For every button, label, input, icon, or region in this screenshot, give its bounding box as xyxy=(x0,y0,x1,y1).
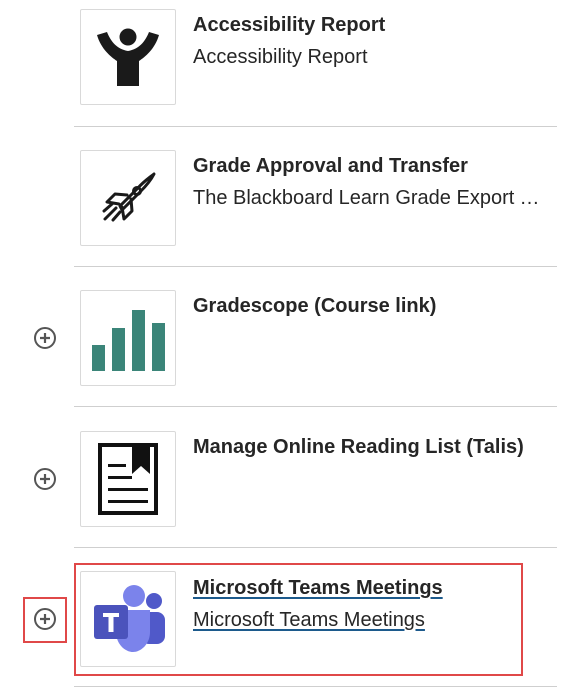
rocket-icon xyxy=(102,172,156,222)
tool-thumbnail xyxy=(80,571,176,667)
accessibility-person-icon xyxy=(97,28,159,86)
tool-item-gradescope[interactable]: Gradescope (Course link) xyxy=(0,280,562,420)
gradescope-bars-icon xyxy=(92,310,165,371)
tool-thumbnail xyxy=(80,9,176,105)
tool-item-grade-approval[interactable]: Grade Approval and Transfer The Blackboa… xyxy=(0,140,562,280)
tool-item-reading-list[interactable]: Manage Online Reading List (Talis) xyxy=(0,420,562,560)
tool-description: Accessibility Report xyxy=(193,46,368,68)
tool-item-microsoft-teams[interactable]: Microsoft Teams Meetings Microsoft Teams… xyxy=(0,560,562,700)
tool-description[interactable]: Microsoft Teams Meetings xyxy=(193,604,548,636)
plus-circle-icon xyxy=(34,608,56,630)
tool-title[interactable]: Microsoft Teams Meetings xyxy=(193,572,553,604)
divider xyxy=(74,406,557,407)
tool-title: Manage Online Reading List (Talis) xyxy=(193,436,524,458)
tool-title: Gradescope (Course link) xyxy=(193,295,437,317)
tool-description: The Blackboard Learn Grade Export Tool xyxy=(193,187,548,209)
add-tool-button[interactable] xyxy=(33,326,57,350)
microsoft-teams-icon xyxy=(94,585,165,652)
tool-item-accessibility-report[interactable]: Accessibility Report Accessibility Repor… xyxy=(0,0,562,140)
tool-thumbnail xyxy=(80,290,176,386)
divider xyxy=(74,266,557,267)
tool-title: Accessibility Report xyxy=(193,14,386,36)
reading-list-icon xyxy=(98,443,158,515)
plus-circle-icon xyxy=(34,468,56,490)
plus-circle-icon xyxy=(34,327,56,349)
add-tool-button[interactable] xyxy=(33,467,57,491)
tool-title: Grade Approval and Transfer xyxy=(193,155,468,177)
divider xyxy=(74,547,557,548)
tool-thumbnail xyxy=(80,431,176,527)
divider xyxy=(74,126,557,127)
add-tool-button[interactable] xyxy=(33,607,57,631)
divider xyxy=(74,686,557,687)
tool-thumbnail xyxy=(80,150,176,246)
